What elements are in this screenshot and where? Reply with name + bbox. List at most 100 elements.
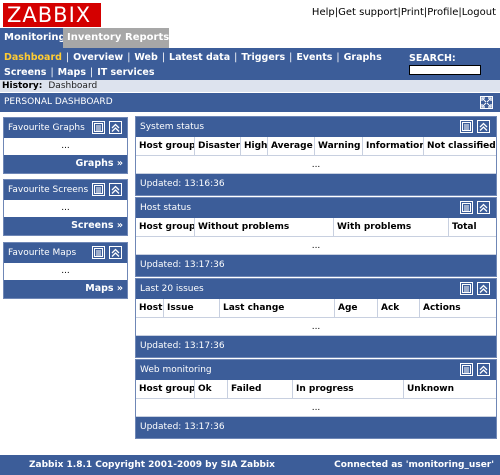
submenu-latest-data[interactable]: Latest data [169, 52, 230, 63]
sub-menu: Dashboard | Overview | Web | Latest data | Trigg… [0, 48, 500, 80]
graphs-link[interactable]: Graphs » [4, 155, 127, 173]
table-row: ... [136, 318, 496, 336]
list-icon[interactable] [460, 120, 473, 133]
panel-title: System status [140, 122, 205, 132]
column-header[interactable]: Age [335, 299, 378, 317]
column-header[interactable]: Average [268, 137, 315, 155]
panel-header: Last 20 issues [136, 279, 496, 299]
double-chevron-up-icon[interactable] [477, 201, 490, 214]
updated-time: Updated: 13:17:36 [136, 336, 496, 357]
sub-menu-row-1: Dashboard | Overview | Web | Latest data | Trigg… [4, 52, 382, 63]
submenu-dashboard[interactable]: Dashboard [4, 52, 62, 63]
dashboard-title-bar: PERSONAL DASHBOARD [0, 93, 500, 112]
column-header[interactable]: Actions [420, 299, 496, 317]
list-icon[interactable] [460, 201, 473, 214]
panel-body: ... [4, 200, 127, 217]
logout-link[interactable]: Logout [462, 7, 496, 18]
submenu-overview[interactable]: Overview [73, 52, 123, 63]
screens-link[interactable]: Screens » [4, 217, 127, 235]
column-header[interactable]: Ok [195, 380, 228, 398]
panel-header: Favourite Maps [4, 243, 127, 263]
column-header[interactable]: Issue [164, 299, 220, 317]
panel-header: System status [136, 117, 496, 137]
list-icon[interactable] [92, 246, 105, 259]
panel-header: Web monitoring [136, 360, 496, 380]
top-bar: ZABBIX Help|Get support|Print|Profile|Lo… [0, 0, 500, 28]
submenu-graphs[interactable]: Graphs [344, 52, 382, 63]
double-chevron-up-icon[interactable] [109, 246, 122, 259]
column-header[interactable]: Last change [220, 299, 335, 317]
favourite-screens-panel: Favourite Screens ... Screens » [3, 179, 128, 236]
favourite-graphs-panel: Favourite Graphs ... Graphs » [3, 117, 128, 174]
panel-title: Favourite Maps [8, 248, 77, 258]
column-header[interactable]: Failed [228, 380, 293, 398]
history-item-dashboard[interactable]: Dashboard [48, 81, 97, 91]
updated-time: Updated: 13:17:36 [136, 255, 496, 276]
main-menu: Monitoring Inventory Reports [0, 28, 500, 48]
profile-link[interactable]: Profile [427, 7, 458, 18]
panel-body: ... [4, 263, 127, 280]
fullscreen-icon[interactable] [480, 96, 493, 109]
column-header[interactable]: Unknown [404, 380, 496, 398]
column-header[interactable]: Host [136, 299, 164, 317]
column-header[interactable]: Without problems [195, 218, 334, 236]
help-link[interactable]: Help [312, 7, 335, 18]
table-row: ... [136, 237, 496, 255]
list-icon[interactable] [460, 282, 473, 295]
column-header[interactable]: Total [449, 218, 496, 236]
search-label: SEARCH: [409, 53, 456, 64]
submenu-web[interactable]: Web [134, 52, 157, 63]
column-header[interactable]: Warning [315, 137, 363, 155]
column-header[interactable]: Information [363, 137, 424, 155]
submenu-events[interactable]: Events [296, 52, 332, 63]
maps-link[interactable]: Maps » [4, 280, 127, 298]
double-chevron-up-icon[interactable] [477, 120, 490, 133]
panel-header: Host status [136, 198, 496, 218]
top-links: Help|Get support|Print|Profile|Logout [311, 7, 496, 18]
column-header[interactable]: Host group [136, 218, 195, 236]
submenu-triggers[interactable]: Triggers [241, 52, 285, 63]
double-chevron-up-icon[interactable] [477, 363, 490, 376]
column-header[interactable]: Not classified [424, 137, 496, 155]
search-input[interactable] [409, 65, 481, 75]
last-issues-panel: Last 20 issues Host Issue Last change Ag… [135, 278, 497, 358]
print-link[interactable]: Print [401, 7, 424, 18]
column-header[interactable]: Host group [136, 137, 195, 155]
submenu-it-services[interactable]: IT services [97, 67, 154, 78]
panel-title: Last 20 issues [140, 284, 204, 294]
copyright-text: Zabbix 1.8.1 Copyright 2001-2009 by SIA … [29, 460, 275, 470]
get-support-link[interactable]: Get support [338, 7, 397, 18]
table-header: Host group Ok Failed In progress Unknown [136, 380, 496, 399]
panel-body: ... [4, 138, 127, 155]
column-header[interactable]: With problems [334, 218, 449, 236]
column-header[interactable]: In progress [293, 380, 404, 398]
column-header[interactable]: Host group [136, 380, 195, 398]
zabbix-logo[interactable]: ZABBIX [3, 3, 101, 27]
connected-user-text: Connected as 'monitoring_user' [334, 460, 494, 470]
column-header[interactable]: Disaster [195, 137, 241, 155]
sub-menu-row-2: Screens | Maps | IT services [4, 67, 155, 78]
column-header[interactable]: High [241, 137, 268, 155]
double-chevron-up-icon[interactable] [477, 282, 490, 295]
submenu-screens[interactable]: Screens [4, 67, 46, 78]
footer: Zabbix 1.8.1 Copyright 2001-2009 by SIA … [0, 455, 500, 475]
tab-reports[interactable]: Reports [121, 28, 169, 48]
panel-title: Host status [140, 203, 192, 213]
tab-inventory[interactable]: Inventory [63, 28, 121, 48]
list-icon[interactable] [92, 121, 105, 134]
panel-header: Favourite Screens [4, 180, 127, 200]
history-label: History: [2, 81, 43, 91]
submenu-maps[interactable]: Maps [58, 67, 86, 78]
list-icon[interactable] [92, 183, 105, 196]
panel-title: Favourite Screens [8, 185, 89, 195]
double-chevron-up-icon[interactable] [109, 121, 122, 134]
table-row: ... [136, 399, 496, 417]
updated-time: Updated: 13:17:36 [136, 417, 496, 438]
panel-title: Web monitoring [140, 365, 212, 375]
history-bar: History: Dashboard [0, 80, 500, 92]
column-header[interactable]: Ack [378, 299, 420, 317]
host-status-panel: Host status Host group Without problems … [135, 197, 497, 277]
tab-monitoring[interactable]: Monitoring [0, 28, 66, 48]
list-icon[interactable] [460, 363, 473, 376]
double-chevron-up-icon[interactable] [109, 183, 122, 196]
